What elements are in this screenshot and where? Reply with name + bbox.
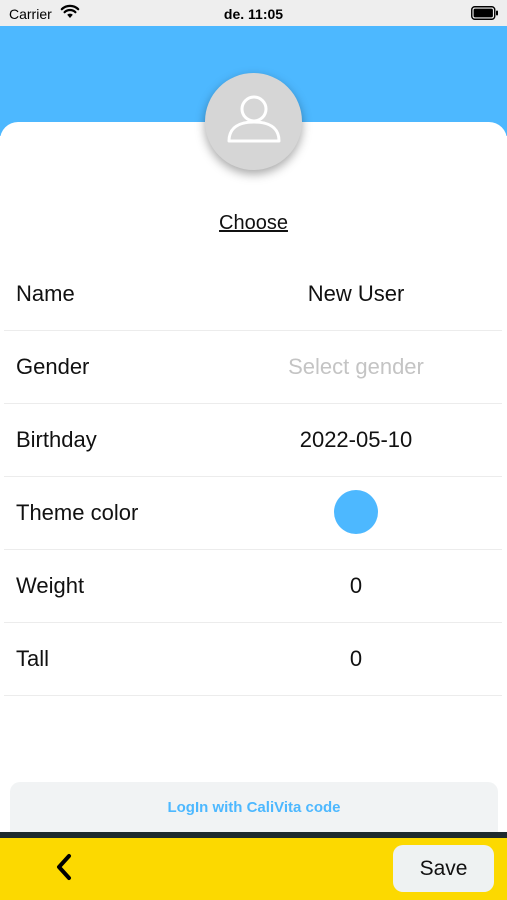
status-bar: Carrier de. 11:05 (0, 0, 507, 26)
field-row-gender[interactable]: Gender Select gender (4, 330, 502, 404)
field-row-theme-color[interactable]: Theme color (4, 476, 502, 550)
field-label-birthday: Birthday (16, 427, 97, 452)
back-button[interactable] (48, 852, 80, 886)
field-label-name: Name (16, 281, 75, 306)
bottom-bar: Save (0, 838, 507, 900)
chevron-left-icon (53, 852, 75, 887)
field-label-weight: Weight (16, 573, 85, 598)
status-time: de. 11:05 (223, 6, 284, 22)
tall-value[interactable]: 0 (256, 622, 456, 695)
field-row-name[interactable]: Name New User (4, 257, 502, 331)
avatar[interactable] (205, 73, 302, 170)
gender-select[interactable]: Select gender (256, 330, 456, 403)
field-label-tall: Tall (16, 646, 50, 671)
weight-value[interactable]: 0 (256, 549, 456, 622)
field-row-tall[interactable]: Tall 0 (4, 622, 502, 696)
theme-color-swatch[interactable] (334, 490, 378, 534)
birthday-value[interactable]: 2022-05-10 (256, 403, 456, 476)
user-icon (224, 89, 284, 154)
login-calivita-button[interactable]: LogIn with CaliVita code (10, 782, 498, 834)
field-label-theme-color: Theme color (16, 500, 139, 525)
choose-photo-link[interactable]: Choose (0, 212, 507, 235)
save-button[interactable]: Save (393, 845, 494, 892)
field-row-weight[interactable]: Weight 0 (4, 549, 502, 623)
field-label-gender: Gender (16, 354, 90, 379)
field-row-birthday[interactable]: Birthday 2022-05-10 (4, 403, 502, 477)
name-value[interactable]: New User (256, 257, 456, 330)
battery-icon (471, 6, 499, 25)
